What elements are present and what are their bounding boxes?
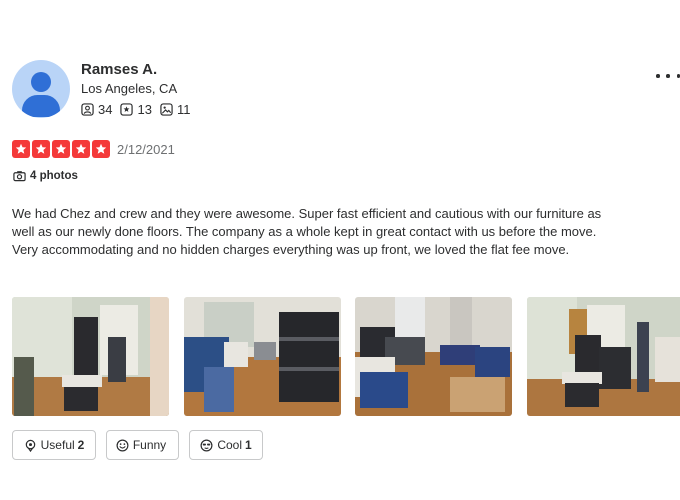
photos-stat: 11: [160, 102, 191, 117]
avatar-body-shape: [22, 95, 60, 117]
star-rating: [12, 140, 112, 158]
moving-photo-image: [12, 297, 169, 416]
reviewer-location: Los Angeles, CA: [81, 81, 178, 96]
friends-stat: 34: [81, 102, 112, 117]
image-icon: [160, 103, 173, 116]
useful-count: 2: [77, 438, 85, 452]
review-date: 2/12/2021: [117, 142, 175, 157]
review-photo[interactable]: [527, 297, 680, 416]
photos-count: 11: [176, 102, 191, 117]
review-photo[interactable]: [12, 297, 169, 416]
lightbulb-icon: [25, 439, 35, 452]
cool-button[interactable]: Cool 1: [189, 430, 263, 460]
review-photo[interactable]: [355, 297, 512, 416]
moving-photo-image: [527, 297, 680, 416]
reviews-stat: 13: [120, 102, 152, 117]
star-icon: [12, 140, 30, 158]
reviewer-name[interactable]: Ramses A.: [81, 61, 157, 78]
moving-photo-image: [184, 297, 341, 416]
more-options-button[interactable]: [656, 68, 680, 84]
star-icon: [92, 140, 110, 158]
avatar-head-shape: [31, 72, 51, 92]
friends-count: 34: [98, 102, 113, 117]
funny-label: Funny: [132, 438, 167, 452]
avatar[interactable]: [12, 60, 70, 118]
review-text: We had Chez and crew and they were aweso…: [12, 206, 602, 257]
photos-link-label: 4 photos: [30, 170, 78, 182]
reviews-count: 13: [137, 102, 152, 117]
photos-link[interactable]: 4 photos: [13, 170, 78, 182]
funny-button[interactable]: Funny: [106, 430, 179, 460]
useful-button[interactable]: Useful 2: [12, 430, 96, 460]
star-icon: [52, 140, 70, 158]
star-icon: [72, 140, 90, 158]
cool-label: Cool: [217, 438, 242, 452]
useful-label: Useful: [40, 438, 75, 452]
moving-photo-image: [355, 297, 512, 416]
camera-icon: [13, 171, 26, 182]
dot-icon: [666, 74, 670, 78]
cool-count: 1: [245, 438, 252, 452]
friends-icon: [81, 103, 94, 116]
reviewer-stats: 34 13 11: [81, 102, 198, 117]
smiley-icon: [116, 439, 129, 451]
sunglasses-face-icon: [200, 439, 213, 451]
dot-icon: [656, 74, 660, 78]
dot-icon: [676, 74, 680, 78]
star-outline-icon: [120, 103, 134, 116]
review-photo[interactable]: [184, 297, 341, 416]
star-icon: [32, 140, 50, 158]
